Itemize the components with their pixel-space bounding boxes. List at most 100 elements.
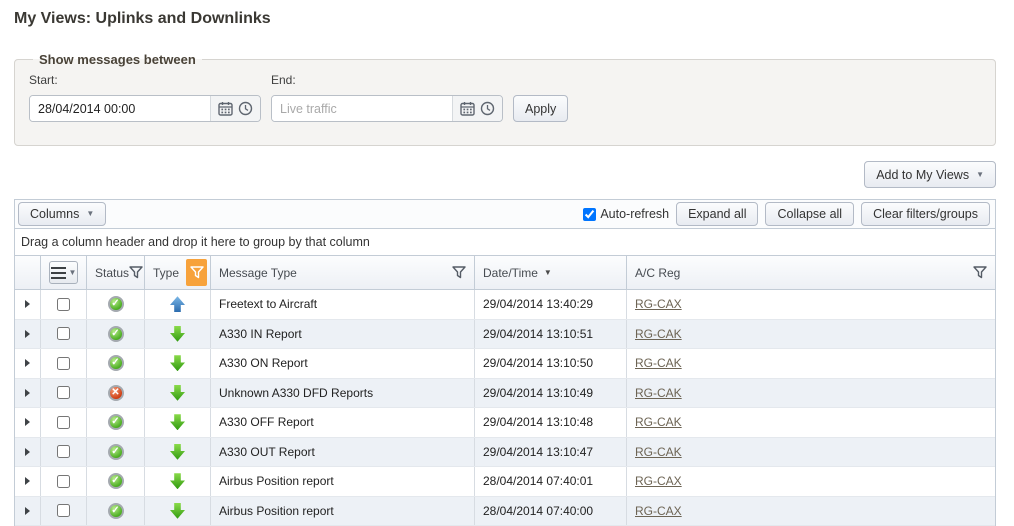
expand-row-icon[interactable] [25, 506, 30, 515]
add-to-my-views-label: Add to My Views [876, 167, 970, 182]
page: My Views: Uplinks and Downlinks Show mes… [0, 0, 1014, 526]
table-row: ✓ Airbus Position report 28/04/2014 07:4… [15, 467, 995, 497]
expand-row-icon[interactable] [25, 418, 30, 427]
datetime-cell: 29/04/2014 13:10:47 [475, 437, 627, 466]
clock-icon[interactable] [238, 101, 253, 116]
clear-filters-button[interactable]: Clear filters/groups [861, 202, 990, 226]
datetime-column-header[interactable]: Date/Time ▼ [475, 256, 627, 289]
expand-row-icon[interactable] [25, 300, 30, 309]
apply-button[interactable]: Apply [513, 95, 569, 122]
expand-row-icon[interactable] [25, 477, 30, 486]
ac-reg-link[interactable]: RG-CAX [635, 504, 682, 518]
active-filter-funnel-icon[interactable] [186, 259, 207, 286]
row-select-checkbox[interactable] [57, 445, 70, 459]
downlink-arrow-icon [170, 355, 185, 372]
add-to-my-views-button[interactable]: Add to My Views ▼ [864, 161, 996, 188]
ac-reg-column-header[interactable]: A/C Reg [627, 256, 995, 289]
columns-button[interactable]: Columns ▼ [18, 202, 107, 226]
grid-header-row: ▼ Status Type Message Type Date/Time ▼ A… [15, 256, 995, 290]
status-column-header[interactable]: Status [87, 256, 145, 289]
start-picker-icons [210, 96, 260, 121]
filter-funnel-icon[interactable] [129, 266, 143, 279]
expander-column-header [15, 256, 41, 289]
expand-row-icon[interactable] [25, 359, 30, 368]
status-success-icon: ✓ [107, 502, 124, 519]
expand-row-icon[interactable] [25, 329, 30, 338]
table-row: ✓ A330 ON Report 29/04/2014 13:10:50 RG-… [15, 349, 995, 379]
downlink-arrow-icon [170, 325, 185, 342]
end-picker-icons [452, 96, 502, 121]
message-type-cell: Freetext to Aircraft [211, 290, 475, 319]
end-label: End: [271, 73, 296, 87]
downlink-arrow-icon [170, 473, 185, 490]
message-type-cell: A330 IN Report [211, 319, 475, 348]
row-select-checkbox[interactable] [57, 386, 70, 400]
ac-reg-link[interactable]: RG-CAX [635, 474, 682, 488]
messages-grid: Columns ▼ Auto-refresh Expand all Collap… [14, 199, 996, 526]
message-type-cell: Unknown A330 DFD Reports [211, 378, 475, 407]
datetime-cell: 29/04/2014 13:10:51 [475, 319, 627, 348]
table-row: ✓ Airbus Position report 28/04/2014 07:4… [15, 496, 995, 526]
row-select-checkbox[interactable] [57, 474, 70, 488]
hamburger-icon [50, 266, 66, 279]
sort-descending-icon: ▼ [543, 268, 552, 277]
datetime-cell: 28/04/2014 07:40:00 [475, 496, 627, 525]
auto-refresh-label: Auto-refresh [600, 207, 670, 221]
calendar-icon[interactable] [218, 101, 233, 116]
filter-funnel-icon[interactable] [973, 266, 987, 279]
auto-refresh-checkbox[interactable] [583, 207, 597, 221]
row-select-checkbox[interactable] [57, 356, 70, 370]
chevron-down-icon: ▼ [86, 209, 95, 218]
ac-reg-link[interactable]: RG-CAX [635, 297, 682, 311]
start-input-group [29, 95, 261, 122]
clock-icon[interactable] [480, 101, 495, 116]
status-success-icon: ✓ [107, 414, 124, 431]
ac-reg-link[interactable]: RG-CAK [635, 386, 682, 400]
expand-row-icon[interactable] [25, 447, 30, 456]
datetime-cell: 29/04/2014 13:10:48 [475, 408, 627, 437]
expand-all-button[interactable]: Expand all [676, 202, 759, 226]
type-column-header[interactable]: Type [145, 256, 211, 289]
table-row: ✓ A330 OUT Report 29/04/2014 13:10:47 RG… [15, 437, 995, 467]
group-by-drop-zone[interactable]: Drag a column header and drop it here to… [15, 228, 995, 256]
ac-reg-link[interactable]: RG-CAK [635, 445, 682, 459]
row-menu-column-header: ▼ [41, 256, 87, 289]
row-select-checkbox[interactable] [57, 327, 70, 341]
message-type-cell: A330 OUT Report [211, 437, 475, 466]
start-label: Start: [29, 73, 58, 87]
chevron-down-icon: ▼ [68, 267, 77, 277]
downlink-arrow-icon [170, 384, 185, 401]
datetime-cell: 29/04/2014 13:10:49 [475, 378, 627, 407]
calendar-icon[interactable] [460, 101, 475, 116]
downlink-arrow-icon [170, 443, 185, 460]
page-title: My Views: Uplinks and Downlinks [14, 10, 271, 27]
message-type-cell: A330 ON Report [211, 349, 475, 378]
datetime-cell: 29/04/2014 13:40:29 [475, 290, 627, 319]
ac-reg-link[interactable]: RG-CAK [635, 327, 682, 341]
status-success-icon: ✓ [107, 473, 124, 490]
uplink-arrow-icon [170, 296, 185, 313]
downlink-arrow-icon [170, 414, 185, 431]
chevron-down-icon: ▼ [976, 169, 984, 179]
grid-body: ✓ Freetext to Aircraft 29/04/2014 13:40:… [15, 290, 995, 526]
status-success-icon: ✓ [107, 443, 124, 460]
row-select-checkbox[interactable] [57, 297, 70, 311]
table-row: ✓ A330 IN Report 29/04/2014 13:10:51 RG-… [15, 319, 995, 349]
columns-label: Columns [30, 207, 80, 221]
collapse-all-button[interactable]: Collapse all [765, 202, 855, 226]
expand-row-icon[interactable] [25, 388, 30, 397]
message-type-column-header[interactable]: Message Type [211, 256, 475, 289]
hamburger-menu-button[interactable]: ▼ [49, 261, 78, 284]
message-type-cell: Airbus Position report [211, 467, 475, 496]
ac-reg-link[interactable]: RG-CAK [635, 356, 682, 370]
row-select-checkbox[interactable] [57, 504, 70, 518]
ac-reg-link[interactable]: RG-CAK [635, 415, 682, 429]
end-input[interactable] [272, 96, 452, 121]
message-type-cell: A330 OFF Report [211, 408, 475, 437]
status-error-icon: ✕ [107, 384, 124, 401]
row-select-checkbox[interactable] [57, 415, 70, 429]
filter-funnel-icon[interactable] [452, 266, 466, 279]
table-row: ✓ Freetext to Aircraft 29/04/2014 13:40:… [15, 290, 995, 320]
table-row: ✕ Unknown A330 DFD Reports 29/04/2014 13… [15, 378, 995, 408]
start-input[interactable] [30, 96, 210, 121]
